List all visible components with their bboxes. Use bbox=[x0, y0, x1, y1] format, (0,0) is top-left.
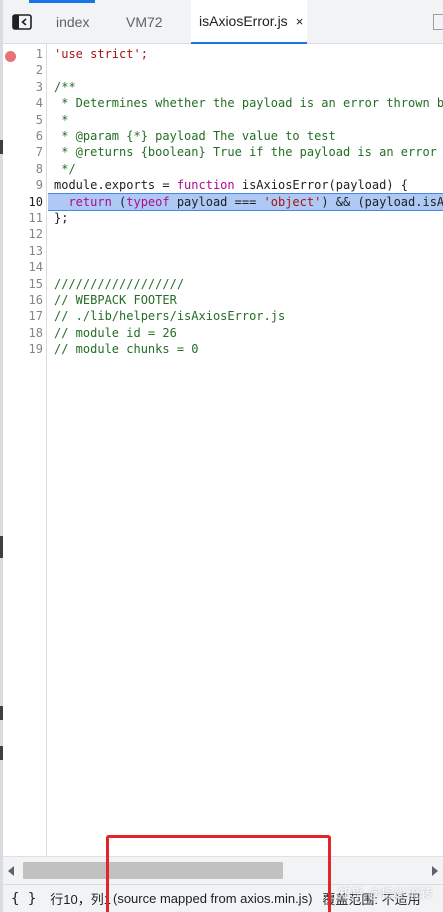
source-map-link[interactable]: (source mapped from axios.min.js) bbox=[113, 891, 312, 906]
line-number[interactable]: 14 bbox=[3, 259, 47, 275]
line-number[interactable]: 10 bbox=[3, 194, 47, 210]
line-number[interactable]: 12 bbox=[3, 226, 47, 242]
code-text: /** bbox=[54, 79, 76, 94]
scrollbar-thumb[interactable] bbox=[23, 862, 283, 879]
code-line[interactable]: ////////////////// bbox=[48, 276, 443, 292]
code-text: }; bbox=[54, 211, 69, 225]
breakpoint-icon[interactable] bbox=[5, 51, 16, 62]
code-line[interactable]: // module chunks = 0 bbox=[48, 341, 443, 357]
panel-toggle-icon[interactable] bbox=[433, 14, 443, 30]
code-text: // ./lib/helpers/isAxiosError.js bbox=[54, 309, 286, 324]
line-number[interactable]: 8 bbox=[3, 161, 47, 177]
code-line[interactable]: * bbox=[48, 112, 443, 128]
current-code-line[interactable]: return (typeof payload === 'object') && … bbox=[48, 192, 443, 212]
code-line[interactable] bbox=[48, 259, 443, 275]
code-token: 'object' bbox=[263, 194, 322, 209]
code-line[interactable]: // module id = 26 bbox=[48, 325, 443, 341]
line-number[interactable]: 11 bbox=[3, 210, 47, 226]
code-token: function bbox=[176, 178, 235, 193]
line-number-gutter[interactable]: 1 2 3 4 5 6 7 8 9 10 11 12 13 14 15 16 17 18 19 bbox=[3, 44, 47, 856]
code-line[interactable]: }; bbox=[48, 210, 443, 226]
code-line[interactable]: * @param {*} payload The value to test bbox=[48, 128, 443, 144]
cursor-position: 行10，列1 bbox=[50, 892, 111, 907]
scroll-left-icon[interactable] bbox=[8, 866, 14, 876]
code-token: ) && (payload.isAxiosError === true); bbox=[321, 194, 443, 209]
code-line[interactable] bbox=[48, 226, 443, 242]
code-token: typeof bbox=[126, 194, 170, 209]
line-number[interactable]: 7 bbox=[3, 144, 47, 160]
close-tab-icon[interactable]: × bbox=[296, 14, 304, 29]
line-number[interactable]: 9 bbox=[3, 177, 47, 193]
code-token: return bbox=[54, 194, 112, 209]
code-area[interactable]: 'use strict'; /** * Determines whether th… bbox=[48, 44, 443, 856]
code-line[interactable]: // WEBPACK FOOTER bbox=[48, 292, 443, 308]
code-text: * @param {*} payload The value to test bbox=[54, 129, 336, 143]
code-text: // module id = 26 bbox=[54, 325, 177, 340]
tab-label: isAxiosError.js bbox=[199, 13, 288, 29]
pretty-print-button[interactable]: { } bbox=[11, 891, 36, 907]
line-number[interactable]: 13 bbox=[3, 243, 47, 259]
code-line[interactable]: */ bbox=[48, 161, 443, 177]
code-text: */ bbox=[54, 161, 76, 176]
line-number[interactable]: 17 bbox=[3, 308, 47, 324]
line-number[interactable]: 16 bbox=[3, 292, 47, 308]
code-text: * Determines whether the payload is an e… bbox=[61, 96, 443, 111]
code-text: // module chunks = 0 bbox=[54, 342, 199, 357]
code-line[interactable]: /** bbox=[48, 79, 443, 95]
code-text: 'use strict'; bbox=[54, 47, 148, 61]
line-number[interactable]: 6 bbox=[3, 128, 47, 144]
line-number[interactable]: 4 bbox=[3, 95, 47, 111]
code-token: module.exports = bbox=[54, 178, 177, 193]
code-line[interactable]: module.exports = function isAxiosError(p… bbox=[48, 177, 443, 193]
coverage-status: 覆盖范围: 不适用 bbox=[322, 892, 421, 907]
code-text: // WEBPACK FOOTER bbox=[54, 293, 177, 307]
line-number[interactable]: 18 bbox=[3, 325, 47, 341]
toggle-navigator-icon[interactable] bbox=[11, 13, 33, 31]
code-text: * bbox=[54, 112, 69, 127]
code-text: * @returns {boolean} True if the payload… bbox=[61, 145, 437, 160]
line-number[interactable]: 3 bbox=[3, 79, 47, 95]
code-token: payload === bbox=[169, 194, 264, 209]
status-bar: { } 行10，列1 (source mapped from axios.min… bbox=[3, 884, 443, 912]
horizontal-scrollbar[interactable] bbox=[3, 856, 443, 884]
line-number[interactable]: 15 bbox=[3, 276, 47, 292]
tab-vm72[interactable]: VM72 bbox=[126, 0, 163, 44]
code-editor[interactable]: 1 2 3 4 5 6 7 8 9 10 11 12 13 14 15 16 17 18 19 'use stric… bbox=[3, 44, 443, 856]
tab-label: VM72 bbox=[126, 14, 163, 30]
tab-label: index bbox=[56, 14, 90, 30]
line-number[interactable]: 2 bbox=[3, 62, 47, 78]
line-number[interactable]: 1 bbox=[3, 46, 47, 62]
code-text: ////////////////// bbox=[54, 276, 185, 291]
tab-isaxioserror[interactable]: isAxiosError.js × bbox=[191, 0, 308, 44]
line-number[interactable]: 19 bbox=[3, 341, 47, 357]
code-line[interactable]: * Determines whether the payload is an e… bbox=[48, 95, 443, 111]
scroll-right-icon[interactable] bbox=[432, 866, 438, 876]
code-line[interactable]: * @returns {boolean} True if the payload… bbox=[48, 144, 443, 160]
code-line[interactable] bbox=[48, 62, 443, 78]
code-line[interactable] bbox=[48, 243, 443, 259]
editor-tab-bar: index VM72 isAxiosError.js × bbox=[3, 0, 443, 44]
code-line[interactable]: // ./lib/helpers/isAxiosError.js bbox=[48, 308, 443, 324]
code-token: ( bbox=[111, 194, 127, 209]
tab-index[interactable]: index bbox=[56, 0, 89, 44]
code-line[interactable]: 'use strict'; bbox=[48, 46, 443, 62]
line-number[interactable]: 5 bbox=[3, 112, 47, 128]
code-token: isAxiosError(payload) { bbox=[234, 178, 409, 193]
